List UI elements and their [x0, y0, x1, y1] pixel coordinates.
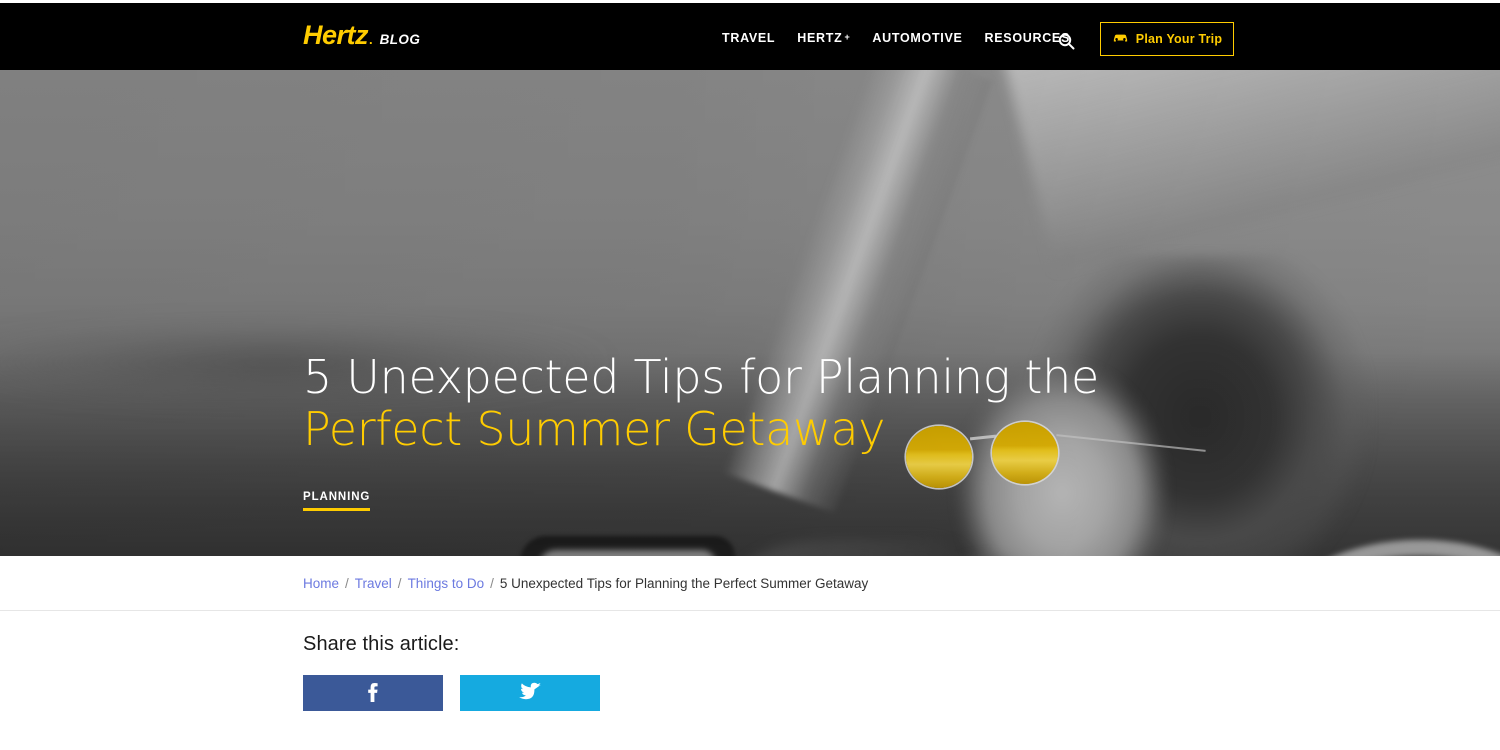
- plan-your-trip-button[interactable]: Plan Your Trip: [1100, 22, 1234, 56]
- brand-name: Hertz: [303, 20, 369, 50]
- share-section: Share this article:: [0, 611, 1500, 711]
- share-buttons: [303, 675, 1500, 711]
- breadcrumb-item-home[interactable]: Home: [303, 576, 339, 591]
- search-icon[interactable]: [1055, 30, 1077, 52]
- brand-logo[interactable]: Hertz . BLOG: [303, 22, 420, 49]
- brand-suffix: BLOG: [379, 32, 421, 47]
- nav-item-hertz[interactable]: HERTZ +: [797, 31, 872, 45]
- breadcrumb-item-current: 5 Unexpected Tips for Planning the Perfe…: [499, 575, 869, 591]
- hero-banner: 5 Unexpected Tips for Planning the Perfe…: [0, 70, 1500, 556]
- nav-item-travel[interactable]: TRAVEL: [722, 31, 797, 45]
- page-title-line-2: Perfect Summer Getaway: [303, 401, 886, 456]
- breadcrumb-item-things-to-do[interactable]: Things to Do: [408, 576, 485, 591]
- nav-item-automotive[interactable]: AUTOMOTIVE: [872, 31, 984, 45]
- main-navigation: TRAVEL HERTZ + AUTOMOTIVE RESOURCES: [722, 31, 1092, 45]
- brand-dot: .: [369, 32, 373, 47]
- breadcrumb-item-travel[interactable]: Travel: [355, 576, 392, 591]
- share-facebook-button[interactable]: [303, 675, 443, 711]
- category-tag-planning[interactable]: PLANNING: [303, 491, 371, 512]
- plan-your-trip-label: Plan Your Trip: [1135, 32, 1223, 46]
- breadcrumb-separator: /: [397, 575, 402, 591]
- page-title: 5 Unexpected Tips for Planning the Perfe…: [303, 350, 1203, 456]
- nav-item-label: TRAVEL: [722, 31, 776, 45]
- chevron-down-icon: +: [844, 31, 851, 42]
- breadcrumb-separator: /: [345, 575, 349, 591]
- nav-item-label: HERTZ: [797, 31, 843, 45]
- share-twitter-button[interactable]: [460, 675, 600, 711]
- car-icon: [1112, 32, 1129, 47]
- breadcrumb: Home / Travel / Things to Do / 5 Unexpec…: [303, 576, 868, 591]
- page-title-line-1: 5 Unexpected Tips for Planning the: [303, 350, 1099, 404]
- share-heading: Share this article:: [303, 633, 460, 655]
- hero-content: 5 Unexpected Tips for Planning the Perfe…: [303, 350, 1203, 512]
- twitter-icon: [519, 682, 541, 704]
- nav-item-label: AUTOMOTIVE: [872, 31, 963, 45]
- breadcrumb-bar: Home / Travel / Things to Do / 5 Unexpec…: [0, 556, 1500, 611]
- facebook-icon: [368, 682, 378, 705]
- site-header: Hertz . BLOG TRAVEL HERTZ + AUTOMOTIVE R…: [0, 3, 1500, 70]
- breadcrumb-separator: /: [490, 575, 494, 591]
- page-root: Hertz . BLOG TRAVEL HERTZ + AUTOMOTIVE R…: [0, 0, 1500, 750]
